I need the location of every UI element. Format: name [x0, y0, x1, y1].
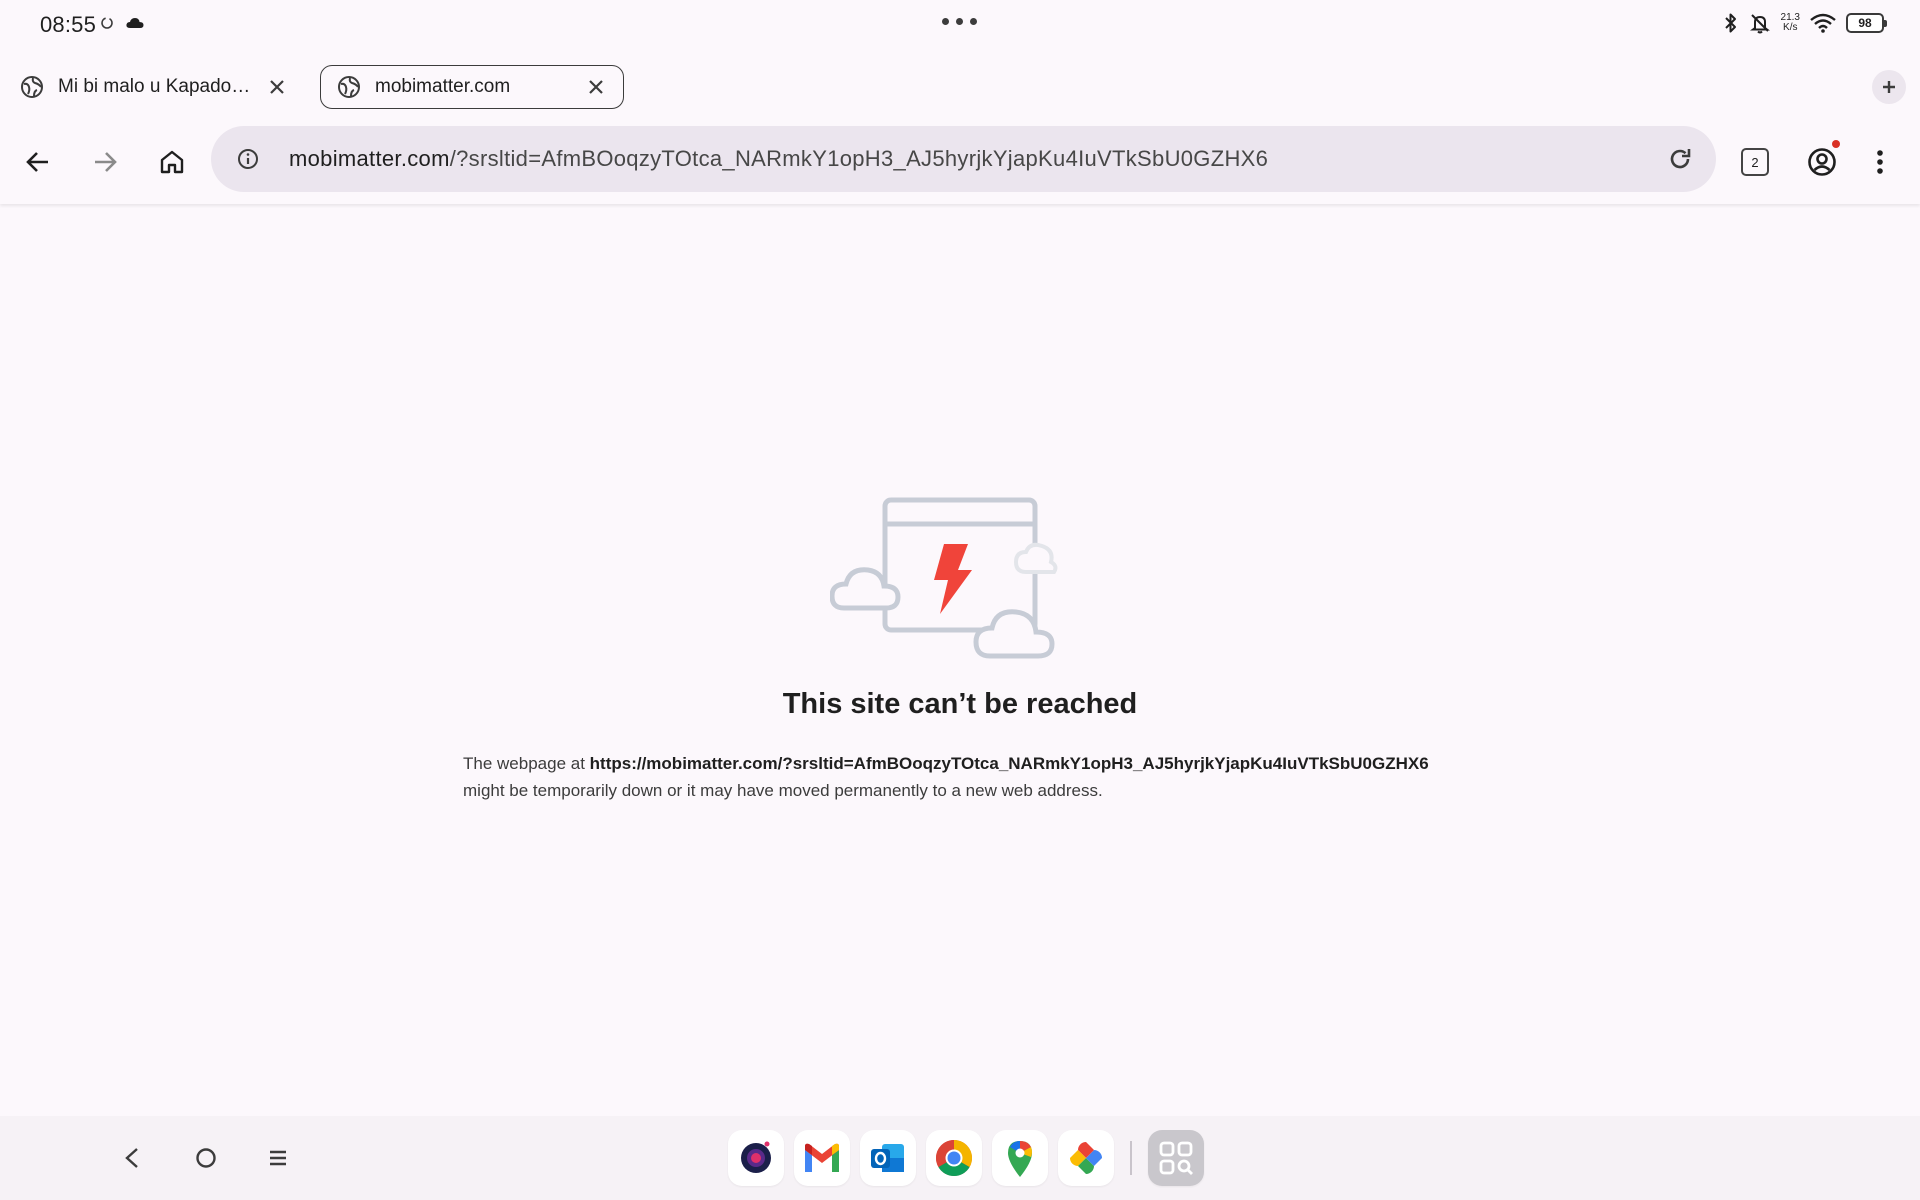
camera-app[interactable] [728, 1130, 784, 1186]
nav-home-button[interactable] [184, 1136, 228, 1180]
tab-inactive[interactable]: Mi bi malo u Kapado… [4, 65, 304, 109]
maps-pin-icon [1004, 1138, 1036, 1178]
chrome-app[interactable] [926, 1130, 982, 1186]
arrow-forward-icon [92, 149, 118, 175]
url-path: /?srsltid=AfmBOoqzyTOtca_NARmkY1opH3_AJ5… [449, 146, 1269, 171]
status-time: 08:55 [40, 12, 97, 37]
account-icon [1807, 147, 1837, 177]
mute-icon [1749, 12, 1771, 34]
site-unreachable-illustration [830, 496, 1086, 664]
tab-title: Mi bi malo u Kapado… [58, 76, 251, 97]
bluetooth-icon [1723, 12, 1739, 34]
dock-divider [1130, 1141, 1132, 1175]
outlook-app[interactable] [860, 1130, 916, 1186]
info-icon[interactable] [215, 126, 281, 192]
sync-icon [100, 16, 114, 30]
browser-toolbar: mobimatter.com/?srsltid=AfmBOoqzyTOtca_N… [0, 120, 1920, 204]
error-url: https://mobimatter.com/?srsltid=AfmBOoqz… [589, 754, 1429, 773]
home-button[interactable] [148, 138, 196, 186]
tab-title: mobimatter.com [375, 76, 511, 97]
more-vert-icon [1876, 149, 1884, 175]
globe-icon [20, 75, 44, 99]
menu-icon [268, 1149, 288, 1167]
new-tab-button[interactable] [1872, 70, 1906, 104]
reload-button[interactable] [1652, 131, 1708, 187]
home-icon [159, 149, 185, 175]
photos-app[interactable] [1058, 1130, 1114, 1186]
network-speed: 21.3 K/s [1780, 12, 1800, 33]
gmail-icon [802, 1142, 842, 1174]
address-bar[interactable]: mobimatter.com/?srsltid=AfmBOoqzyTOtca_N… [211, 126, 1716, 192]
nav-recents-button[interactable] [256, 1136, 300, 1180]
reload-icon [1670, 149, 1691, 169]
app-drawer-button[interactable] [1148, 1130, 1204, 1186]
battery-icon: 98 [1846, 13, 1887, 33]
multi-window-handle[interactable] [938, 14, 981, 29]
status-bar: 08:55 21.3 K/s 98 [0, 0, 1920, 52]
outlook-icon [868, 1138, 908, 1178]
app-dock [728, 1130, 1204, 1186]
back-button[interactable] [14, 138, 62, 186]
globe-icon [337, 75, 361, 99]
arrow-back-icon [25, 149, 51, 175]
tab-active[interactable]: mobimatter.com [320, 65, 624, 109]
maps-app[interactable] [992, 1130, 1048, 1186]
error-title: This site can’t be reached [782, 688, 1138, 720]
nav-back-button[interactable] [110, 1136, 154, 1180]
system-navigation-bar [0, 1116, 1920, 1200]
profile-button[interactable] [1798, 138, 1846, 186]
url-text[interactable]: mobimatter.com/?srsltid=AfmBOoqzyTOtca_N… [289, 146, 1652, 172]
close-icon[interactable] [264, 74, 290, 100]
plus-icon [1881, 79, 1897, 95]
url-host: mobimatter.com [289, 146, 450, 171]
gmail-app[interactable] [794, 1130, 850, 1186]
notification-dot [1832, 140, 1840, 148]
more-menu-button[interactable] [1856, 138, 1904, 186]
photos-pinwheel-icon [1066, 1138, 1106, 1178]
forward-button[interactable] [81, 138, 129, 186]
chevron-left-icon [124, 1147, 140, 1169]
tab-strip: Mi bi malo u Kapado… mobimatter.com [0, 60, 1920, 114]
close-icon[interactable] [583, 74, 609, 100]
apps-grid-search-icon [1158, 1140, 1194, 1176]
tab-switcher-button[interactable]: 2 [1731, 138, 1779, 186]
tab-count: 2 [1741, 148, 1769, 176]
error-description: The webpage at https://mobimatter.com/?s… [463, 754, 1429, 800]
camera-icon [736, 1138, 776, 1178]
circle-home-icon [195, 1147, 217, 1169]
chrome-icon [934, 1138, 974, 1178]
cloud-icon [126, 17, 144, 29]
wifi-icon [1810, 13, 1836, 33]
